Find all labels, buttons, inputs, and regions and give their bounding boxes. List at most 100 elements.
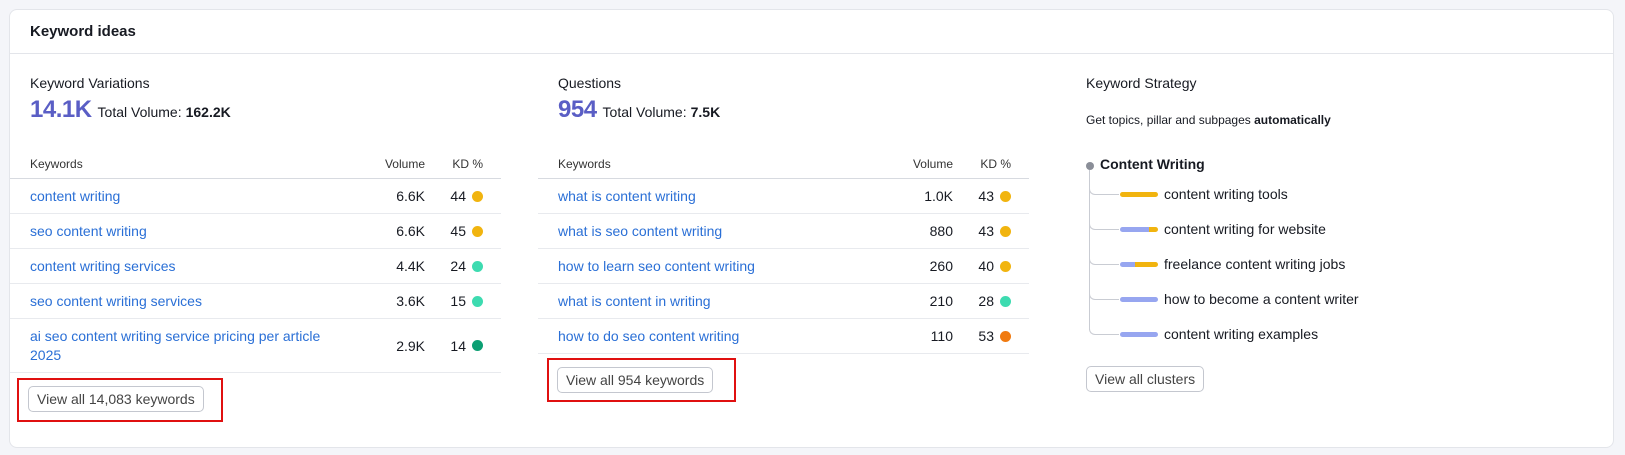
volume-value: 260	[929, 258, 953, 274]
keyword-link[interactable]: what is seo content writing	[558, 222, 893, 241]
keyword-link[interactable]: seo content writing	[30, 222, 365, 241]
kd-dot-icon	[472, 190, 483, 202]
cluster-label: content writing for website	[1164, 221, 1326, 237]
keyword-link[interactable]: what is content writing	[558, 187, 893, 206]
table-header: Keywords Volume KD %	[538, 149, 1029, 179]
questions-table: Keywords Volume KD % what is content wri…	[538, 149, 1029, 354]
kd-cell: 45	[425, 223, 501, 239]
strategy-desc-text: Get topics, pillar and subpages	[1086, 113, 1255, 127]
kd-cell: 40	[953, 258, 1029, 274]
highlight-box-questions	[547, 358, 736, 402]
kd-dot-icon	[1000, 225, 1011, 237]
keyword-link[interactable]: seo content writing services	[30, 292, 365, 311]
kd-dot-icon	[472, 225, 483, 237]
kd-value: 45	[450, 223, 466, 239]
tree-branch	[1089, 321, 1119, 335]
cluster-root[interactable]: Content Writing	[1100, 156, 1205, 172]
cluster-item[interactable]: freelance content writing jobs	[1120, 256, 1345, 272]
volume-value: 880	[929, 223, 953, 239]
tree-branch	[1089, 251, 1119, 265]
kd-cell: 43	[953, 223, 1029, 239]
strategy-desc-bold: automatically	[1254, 113, 1331, 127]
view-all-clusters-button[interactable]: View all clusters	[1086, 366, 1205, 392]
tree-branch	[1089, 286, 1119, 300]
card-header: Keyword ideas	[10, 10, 1613, 54]
keyword-link[interactable]: content writing	[30, 187, 365, 206]
volume-value: 4.4K	[396, 258, 425, 274]
table-header: Keywords Volume KD %	[10, 149, 501, 179]
header-volume: Volume	[384, 156, 425, 171]
table-row: seo content writing 6.6K 45	[10, 214, 501, 249]
variations-count[interactable]: 14.1K	[30, 96, 92, 124]
header-keywords: Keywords	[558, 156, 611, 171]
table-row: ai seo content writing service pricing p…	[10, 319, 501, 373]
keyword-link[interactable]: ai seo content writing service pricing p…	[30, 327, 365, 365]
variations-total-value: 162.2K	[185, 104, 231, 120]
keyword-link[interactable]: how to learn seo content writing	[558, 257, 893, 276]
strategy-description: Get topics, pillar and subpages automati…	[1086, 113, 1331, 127]
cluster-intent-bar	[1120, 226, 1158, 232]
kd-value: 15	[450, 293, 466, 309]
cluster-item[interactable]: content writing tools	[1120, 186, 1288, 202]
cluster-intent-bar	[1120, 331, 1158, 337]
questions-total-value: 7.5K	[690, 104, 721, 120]
table-row: what is content in writing 210 28	[538, 284, 1029, 319]
highlight-box-variations	[17, 378, 223, 422]
volume-value: 210	[929, 293, 953, 309]
kd-dot-icon	[472, 340, 483, 351]
cluster-tree: Content Writing content writing tools con…	[1086, 154, 1566, 354]
card-title: Keyword ideas	[30, 23, 136, 40]
kd-cell: 44	[425, 188, 501, 204]
kd-cell: 24	[425, 258, 501, 274]
tree-branch	[1089, 181, 1119, 195]
volume-value: 2.9K	[396, 337, 425, 354]
kd-value: 43	[978, 223, 994, 239]
variations-title: Keyword Variations	[30, 75, 150, 91]
root-dot-icon	[1086, 162, 1094, 170]
keyword-link[interactable]: content writing services	[30, 257, 365, 276]
table-row: content writing 6.6K 44	[10, 179, 501, 214]
cluster-label: freelance content writing jobs	[1164, 256, 1346, 272]
cluster-label: content writing examples	[1164, 326, 1319, 342]
keyword-link[interactable]: how to do seo content writing	[558, 327, 893, 346]
volume-value: 6.6K	[396, 188, 425, 204]
keyword-ideas-card: Keyword ideas Keyword Variations 14.1K T…	[9, 9, 1614, 448]
cluster-intent-bar	[1120, 191, 1158, 197]
cluster-intent-bar	[1120, 261, 1158, 267]
kd-value: 14	[450, 337, 466, 354]
kd-value: 24	[450, 258, 466, 274]
header-keywords: Keywords	[30, 156, 83, 171]
kd-cell: 14	[425, 338, 501, 354]
cluster-item[interactable]: how to become a content writer	[1120, 291, 1359, 307]
cluster-label: how to become a content writer	[1164, 291, 1359, 307]
volume-value: 3.6K	[396, 293, 425, 309]
kd-dot-icon	[472, 295, 483, 307]
kd-cell: 53	[953, 328, 1029, 344]
cluster-intent-bar	[1120, 296, 1158, 302]
table-row: what is seo content writing 880 43	[538, 214, 1029, 249]
kd-cell: 28	[953, 293, 1029, 309]
keyword-link[interactable]: what is content in writing	[558, 292, 893, 311]
kd-dot-icon	[1000, 190, 1011, 202]
kd-value: 43	[978, 188, 994, 204]
questions-total-label: Total Volume:	[602, 104, 687, 120]
strategy-title: Keyword Strategy	[1086, 75, 1197, 91]
header-kd: KD %	[452, 156, 483, 171]
tree-branch	[1089, 216, 1119, 230]
table-row: what is content writing 1.0K 43	[538, 179, 1029, 214]
kd-dot-icon	[472, 260, 483, 272]
variations-summary: 14.1K Total Volume: 162.2K	[30, 96, 231, 124]
kd-cell: 15	[425, 293, 501, 309]
kd-value: 44	[450, 188, 466, 204]
questions-count[interactable]: 954	[558, 96, 597, 124]
header-volume: Volume	[912, 156, 953, 171]
cluster-item[interactable]: content writing for website	[1120, 221, 1326, 237]
kd-dot-icon	[1000, 330, 1011, 342]
variations-table: Keywords Volume KD % content writing 6.6K…	[10, 149, 501, 373]
cluster-item[interactable]: content writing examples	[1120, 326, 1318, 342]
table-row: how to do seo content writing 110 53	[538, 319, 1029, 354]
table-row: content writing services 4.4K 24	[10, 249, 501, 284]
volume-value: 110	[930, 328, 953, 344]
table-row: seo content writing services 3.6K 15	[10, 284, 501, 319]
table-row: how to learn seo content writing 260 40	[538, 249, 1029, 284]
